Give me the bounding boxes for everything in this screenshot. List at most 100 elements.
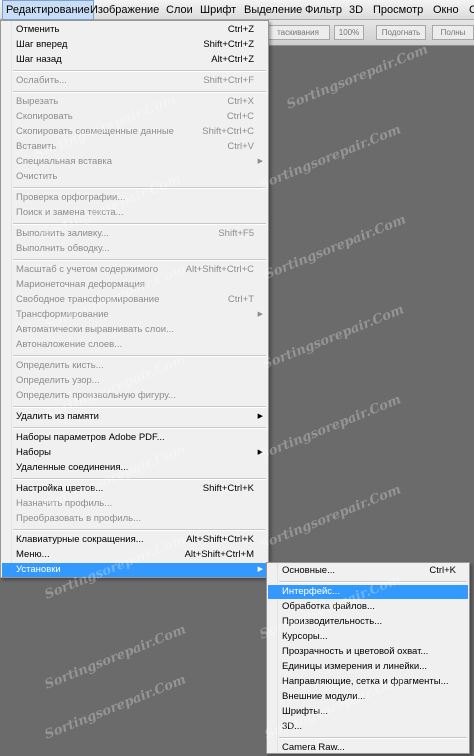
edit-menu-item[interactable]: Марионеточная деформация: [2, 278, 267, 292]
edit-menu-item[interactable]: Наборы ▶: [2, 446, 267, 460]
prefs-menu-item[interactable]: Прозрачность и цветовой охват...: [268, 645, 468, 659]
prefs-menu-item[interactable]: Интерфейс...: [268, 585, 468, 599]
menu-separator: [13, 70, 266, 72]
edit-menu-item-label: Шаг назад: [16, 54, 62, 65]
options-button-1[interactable]: таскивания: [266, 25, 330, 40]
edit-menu-item-label: Марионеточная деформация: [16, 279, 145, 290]
edit-menu-item-shortcut: Shift+Ctrl+Z: [203, 39, 254, 50]
submenu-arrow-icon: ▶: [257, 413, 263, 420]
edit-menu-item[interactable]: Поиск и замена текста...: [2, 206, 267, 220]
menu-separator: [13, 529, 266, 531]
edit-menu-item-label: Масштаб с учетом содержимого: [16, 264, 159, 275]
edit-menu-item[interactable]: Наборы параметров Adobe PDF...: [2, 431, 267, 445]
edit-menu-item[interactable]: Выполнить заливку... Shift+F5: [2, 227, 267, 241]
menubar-item-8[interactable]: Просмотр: [370, 0, 426, 20]
menubar-item-3[interactable]: Слои: [163, 0, 196, 20]
edit-menu-item-label: Назначить профиль...: [16, 498, 113, 509]
menubar-item-4[interactable]: Шрифт: [197, 0, 239, 20]
prefs-menu-item-label: Внешние модули...: [282, 691, 366, 702]
edit-menu-item-label: Определить кисть...: [16, 360, 104, 371]
menubar-item-6[interactable]: Фильтр: [302, 0, 345, 20]
edit-menu-item[interactable]: Удаленные соединения...: [2, 461, 267, 475]
prefs-menu-item[interactable]: Единицы измерения и линейки...: [268, 660, 468, 674]
edit-menu-item[interactable]: Отменить Ctrl+Z: [2, 23, 267, 37]
edit-menu-item-shortcut: Alt+Shift+Ctrl+C: [185, 264, 254, 275]
prefs-menu-item[interactable]: Направляющие, сетка и фрагменты...: [268, 675, 468, 689]
edit-menu-item[interactable]: Вставить Ctrl+V: [2, 140, 267, 154]
menu-separator: [279, 737, 467, 739]
prefs-menu-item[interactable]: Обработка файлов...: [268, 600, 468, 614]
prefs-menu-item[interactable]: Шрифты...: [268, 705, 468, 719]
prefs-menu-item-label: Курсоры...: [282, 631, 328, 642]
menubar-item-9[interactable]: Окно: [430, 0, 462, 20]
edit-menu-item-label: Шаг вперед: [16, 39, 68, 50]
edit-menu-item[interactable]: Установки ▶: [2, 563, 267, 577]
menu-separator: [13, 91, 266, 93]
edit-menu-item[interactable]: Специальная вставка ▶: [2, 155, 267, 169]
edit-menu-item[interactable]: Проверка орфографии...: [2, 191, 267, 205]
menu-separator: [13, 406, 266, 408]
edit-menu-item-label: Вырезать: [16, 96, 59, 107]
prefs-menu-item-label: Интерфейс...: [282, 586, 340, 597]
menubar-item-10[interactable]: Сп: [466, 0, 474, 20]
edit-menu-item[interactable]: Назначить профиль...: [2, 497, 267, 511]
edit-menu-item[interactable]: Меню... Alt+Shift+Ctrl+M: [2, 548, 267, 562]
edit-menu-item[interactable]: Клавиатурные сокращения... Alt+Shift+Ctrl…: [2, 533, 267, 547]
edit-menu-item[interactable]: Автоналожение слоев...: [2, 338, 267, 352]
edit-menu-item[interactable]: Ослабить... Shift+Ctrl+F: [2, 74, 267, 88]
edit-menu-item-label: Очистить: [16, 171, 58, 182]
edit-menu-item-label: Автоматически выравнивать слои...: [16, 324, 174, 335]
edit-menu-item[interactable]: Преобразовать в профиль...: [2, 512, 267, 526]
edit-menu-item[interactable]: Шаг назад Alt+Ctrl+Z: [2, 53, 267, 67]
edit-menu-item[interactable]: Выполнить обводку...: [2, 242, 267, 256]
menubar-item-5[interactable]: Выделение: [241, 0, 305, 20]
edit-menu-item[interactable]: Скопировать Ctrl+C: [2, 110, 267, 124]
edit-menu-item[interactable]: Трансформирование ▶: [2, 308, 267, 322]
prefs-menu-item[interactable]: Внешние модули...: [268, 690, 468, 704]
edit-menu-item-label: Скопировать: [16, 111, 73, 122]
prefs-menu-item[interactable]: Camera Raw...: [268, 741, 468, 755]
prefs-menu-item-label: Обработка файлов...: [282, 601, 375, 612]
edit-menu-item[interactable]: Очистить: [2, 170, 267, 184]
edit-menu: Отменить Ctrl+Z Шаг вперед Shift+Ctrl+Z Шаг …: [0, 20, 269, 578]
edit-menu-item[interactable]: Свободное трансформирование Ctrl+T: [2, 293, 267, 307]
edit-menu-item-label: Вставить: [16, 141, 57, 152]
edit-menu-item[interactable]: Автоматически выравнивать слои...: [2, 323, 267, 337]
edit-menu-item[interactable]: Масштаб с учетом содержимого Alt+Shift+Ct…: [2, 263, 267, 277]
prefs-menu-item-label: Направляющие, сетка и фрагменты...: [282, 676, 449, 687]
edit-menu-item[interactable]: Вырезать Ctrl+X: [2, 95, 267, 109]
prefs-menu-item-label: Единицы измерения и линейки...: [282, 661, 428, 672]
edit-menu-item[interactable]: Настройка цветов... Shift+Ctrl+K: [2, 482, 267, 496]
submenu-arrow-icon: ▶: [257, 566, 263, 573]
prefs-menu-item[interactable]: Курсоры...: [268, 630, 468, 644]
menubar-item-2[interactable]: Изображение: [87, 0, 162, 20]
edit-menu-item-shortcut: Ctrl+X: [227, 96, 254, 107]
prefs-menu-item[interactable]: 3D...: [268, 720, 468, 734]
prefs-menu-item[interactable]: Основные... Ctrl+K: [268, 564, 468, 578]
edit-menu-item[interactable]: Удалить из памяти ▶: [2, 410, 267, 424]
edit-menu-item-label: Установки: [16, 564, 61, 575]
edit-menu-item[interactable]: Скопировать совмещенные данные Shift+Ctrl…: [2, 125, 267, 139]
options-button-3[interactable]: Подогнать: [376, 25, 426, 40]
prefs-menu-item-label: Основные...: [282, 565, 335, 576]
edit-menu-item-label: Проверка орфографии...: [16, 192, 126, 203]
prefs-menu-item-shortcut: Ctrl+K: [429, 565, 456, 576]
edit-menu-item-label: Определить произвольную фигуру...: [16, 390, 176, 401]
menubar-item-1[interactable]: Редактирование: [2, 0, 94, 20]
edit-menu-item[interactable]: Шаг вперед Shift+Ctrl+Z: [2, 38, 267, 52]
edit-menu-item[interactable]: Определить кисть...: [2, 359, 267, 373]
options-button-4[interactable]: Полны: [432, 25, 474, 40]
edit-menu-item-shortcut: Shift+Ctrl+K: [202, 483, 254, 494]
edit-menu-item-shortcut: Shift+F5: [218, 228, 254, 239]
submenu-arrow-icon: ▶: [257, 158, 263, 165]
edit-menu-item[interactable]: Определить произвольную фигуру...: [2, 389, 267, 403]
prefs-menu-item[interactable]: Производительность...: [268, 615, 468, 629]
menu-separator: [279, 581, 467, 583]
edit-menu-item[interactable]: Определить узор...: [2, 374, 267, 388]
edit-menu-item-shortcut: Ctrl+V: [227, 141, 254, 152]
menu-separator: [13, 187, 266, 189]
preferences-submenu: Основные... Ctrl+K Интерфейс... Обработка ф…: [266, 562, 470, 754]
menubar-item-7[interactable]: 3D: [346, 0, 366, 20]
options-button-2[interactable]: 100%: [334, 25, 364, 40]
edit-menu-item-label: Поиск и замена текста...: [16, 207, 124, 218]
